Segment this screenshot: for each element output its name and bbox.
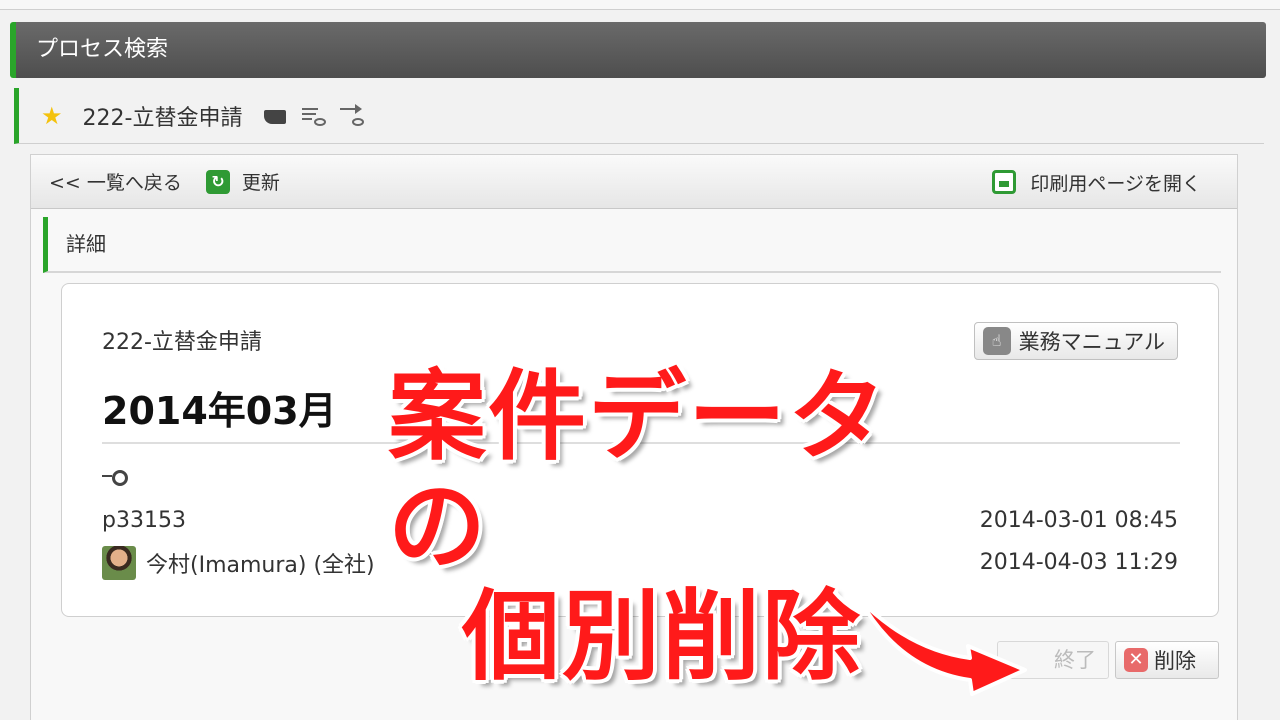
print-label: 印刷用ページを開く (1030, 172, 1201, 195)
case-id: p33153 (102, 508, 186, 533)
watch-arrow-icon[interactable] (338, 103, 366, 128)
page-header: プロセス検索 (10, 22, 1266, 78)
case-title: 2014年03月 (102, 389, 337, 433)
section-title-label: 詳細 (66, 232, 106, 256)
delete-icon: ✕ (1124, 648, 1148, 672)
case-card: 222-立替金申請 ☝ 業務マニュアル 2014年03月 p33153 2014… (61, 283, 1219, 617)
refresh-link[interactable]: 更新 (242, 168, 280, 195)
applicant-name: 今村(Imamura) (全社) (146, 553, 375, 578)
red-arrow-icon (858, 598, 1027, 696)
key-icon (102, 468, 128, 486)
hand-icon: ☝ (982, 327, 1011, 355)
section-title: 詳細 (43, 217, 1221, 273)
page-title: プロセス検索 (36, 37, 169, 62)
back-to-list-link[interactable]: << 一覧へ戻る (49, 168, 182, 195)
created-datetime: 2014-03-01 08:45 (979, 508, 1178, 533)
updated-datetime: 2014-04-03 11:29 (979, 550, 1178, 575)
process-name: 222-立替金申請 (82, 105, 243, 131)
business-manual-button[interactable]: ☝ 業務マニュアル (973, 322, 1178, 360)
print-icon (992, 170, 1017, 194)
card-process-name: 222-立替金申請 (102, 330, 262, 355)
business-manual-label: 業務マニュアル (1018, 330, 1165, 354)
top-border (0, 0, 1280, 10)
divider (102, 442, 1180, 444)
applicant: 今村(Imamura) (全社) (102, 546, 375, 580)
print-link[interactable]: 印刷用ページを開く (992, 155, 1201, 209)
refresh-icon[interactable]: ↻ (205, 169, 230, 194)
avatar (102, 546, 136, 580)
process-title-row: ★ 222-立替金申請 (14, 88, 1264, 144)
star-icon[interactable]: ★ (41, 102, 63, 130)
toolbar: << 一覧へ戻る ↻ 更新 印刷用ページを開く (31, 155, 1237, 209)
tag-icon[interactable] (262, 104, 290, 128)
delete-label: 削除 (1154, 649, 1196, 673)
delete-button[interactable]: ✕ 削除 (1115, 641, 1219, 679)
watch-list-icon[interactable] (300, 104, 328, 128)
